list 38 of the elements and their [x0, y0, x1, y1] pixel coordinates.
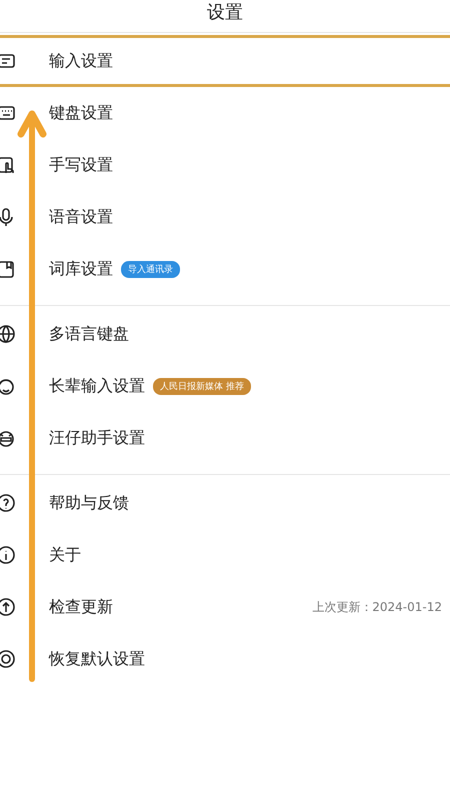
last-update-text: 上次更新：2024-01-12: [312, 598, 442, 616]
help-icon: [0, 493, 15, 513]
settings-label: 帮助与反馈: [49, 492, 129, 514]
settings-row[interactable]: 语音设置: [0, 191, 450, 243]
settings-row[interactable]: 帮助与反馈: [0, 477, 450, 529]
info-icon: [0, 545, 15, 565]
settings-row[interactable]: 汪仔助手设置: [0, 412, 450, 464]
settings-row[interactable]: 词库设置 导入通讯录: [0, 243, 450, 295]
tag: 导入通讯录: [121, 260, 180, 278]
settings-label: 汪仔助手设置: [49, 428, 145, 448]
settings-label: 多语言键盘: [49, 324, 129, 344]
settings-row[interactable]: 键盘设置: [0, 87, 450, 139]
upload-icon: [0, 597, 15, 617]
settings-label: 关于: [49, 544, 81, 566]
microphone-icon: [0, 207, 15, 227]
settings-label: 输入设置: [49, 50, 113, 72]
settings-row[interactable]: 恢复默认设置: [0, 633, 450, 685]
settings-row[interactable]: 输入设置: [0, 35, 450, 87]
target-icon: [0, 649, 15, 669]
settings-label: 检查更新: [49, 596, 113, 618]
settings-row[interactable]: 长辈输入设置 人民日报新媒体 推荐: [0, 360, 450, 412]
hand-icon: [0, 155, 15, 175]
settings-row[interactable]: 手写设置: [0, 139, 450, 191]
settings-label: 恢复默认设置: [49, 648, 145, 670]
text-lines-icon: [0, 51, 15, 71]
settings-row[interactable]: 检查更新 上次更新：2024-01-12: [0, 581, 450, 633]
settings-label: 键盘设置: [49, 102, 113, 124]
tag: 人民日报新媒体 推荐: [153, 378, 251, 394]
settings-label: 词库设置: [49, 258, 113, 280]
settings-label: 长辈输入设置: [49, 376, 145, 396]
settings-row[interactable]: 关于: [0, 529, 450, 581]
settings-row[interactable]: 多语言键盘: [0, 308, 450, 360]
keyboard-icon: [0, 103, 15, 123]
settings-label: 手写设置: [49, 154, 113, 176]
book-icon: [0, 259, 15, 279]
settings-label: 语音设置: [49, 206, 113, 228]
page-title: 设置: [207, 2, 243, 23]
globe-icon: [0, 324, 15, 344]
